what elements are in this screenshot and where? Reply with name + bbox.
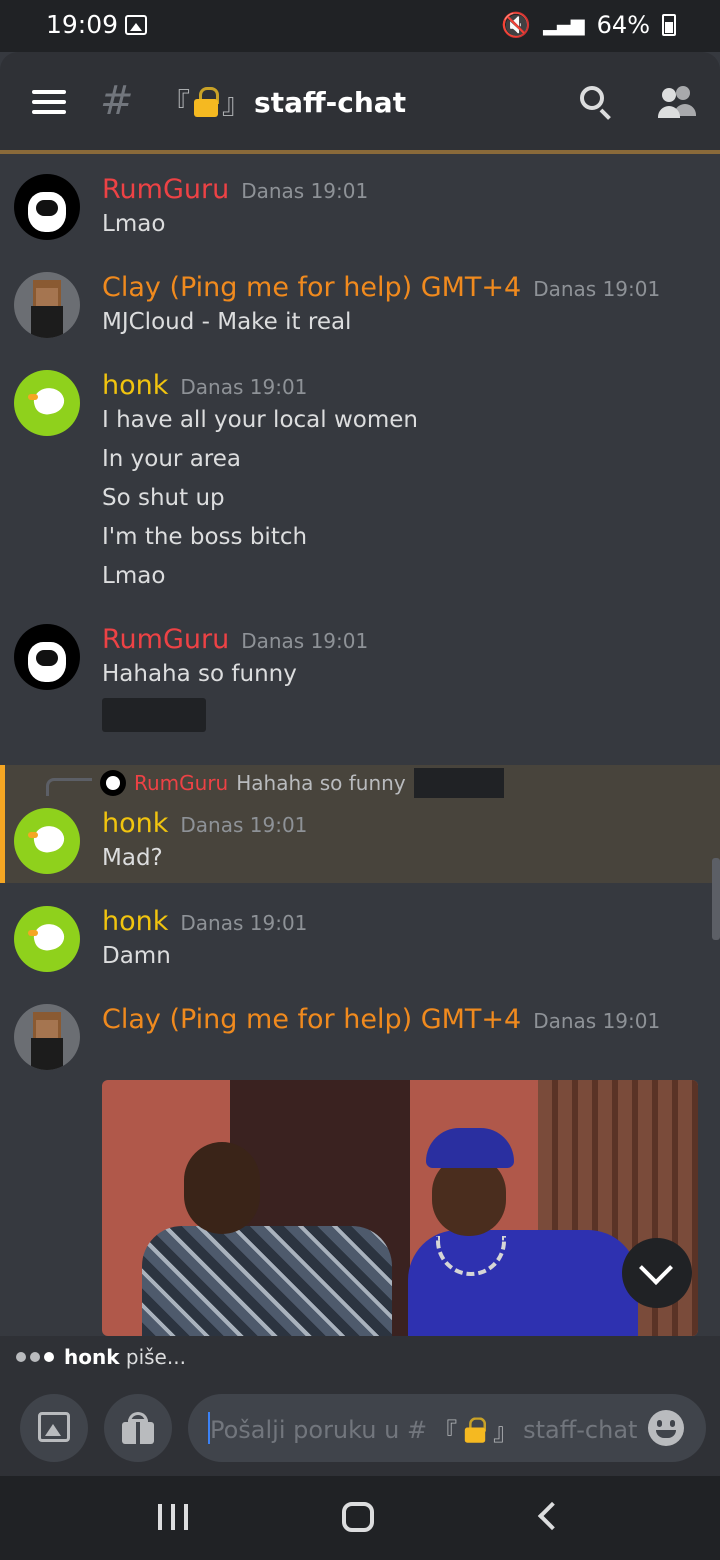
avatar[interactable]: [14, 370, 80, 436]
message-line: Lmao: [102, 563, 166, 589]
spoiler-block[interactable]: [102, 698, 206, 732]
gift-icon: [122, 1412, 154, 1446]
message-author[interactable]: honk: [102, 808, 168, 839]
message[interactable]: Clay (Ping me for help) GMT+4 Danas 19:0…: [0, 272, 720, 342]
bracket-open: 『: [162, 87, 191, 120]
message-list[interactable]: RumGuru Danas 19:01 Lmao Clay (Ping me f…: [0, 154, 720, 1336]
status-time: 19:09: [46, 10, 119, 39]
menu-icon[interactable]: [32, 90, 66, 114]
message-timestamp: Danas 19:01: [180, 375, 308, 399]
message-line: I'm the boss bitch: [102, 524, 308, 550]
message-line: Damn: [102, 943, 171, 969]
message-line: Hahaha so funny: [102, 661, 297, 687]
reply-connector: [46, 778, 92, 796]
placeholder-prefix: Pošalji poruku u #: [210, 1415, 428, 1444]
reply-avatar: [100, 770, 126, 796]
home-button[interactable]: [342, 1502, 374, 1532]
message[interactable]: honk Danas 19:01 Mad?: [0, 808, 720, 878]
message[interactable]: Clay (Ping me for help) GMT+4 Danas 19:0…: [0, 1004, 720, 1070]
message-author[interactable]: RumGuru: [102, 174, 229, 205]
gift-button[interactable]: [104, 1394, 172, 1462]
gif-attachment[interactable]: [102, 1080, 698, 1336]
scrollbar[interactable]: [712, 858, 720, 940]
message[interactable]: RumGuru Danas 19:01 Hahaha so funny: [0, 624, 720, 732]
jump-to-bottom-button[interactable]: [622, 1238, 692, 1308]
battery-label: 64%: [596, 11, 650, 39]
reply-spoiler: [413, 768, 504, 798]
message-line: Mad?: [102, 845, 163, 871]
message[interactable]: honk Danas 19:01 Damn: [0, 906, 720, 976]
mute-icon: 🔇: [501, 11, 532, 39]
channel-name: staff-chat: [254, 85, 407, 119]
typing-user: honk: [64, 1345, 120, 1369]
image-icon: [38, 1412, 70, 1442]
message-line: So shut up: [102, 485, 225, 511]
avatar[interactable]: [14, 1004, 80, 1070]
typing-text: piše...: [119, 1345, 186, 1369]
status-right: 🔇 ▂▄▆ 64%: [501, 11, 676, 39]
hash-icon: #: [100, 78, 134, 124]
message-timestamp: Danas 19:01: [241, 629, 369, 653]
channel-header: # 『 』 staff-chat: [0, 52, 720, 150]
search-icon[interactable]: [580, 86, 612, 120]
message-line: In your area: [102, 446, 241, 472]
message[interactable]: honk Danas 19:01 I have all your local w…: [0, 370, 720, 596]
channel-title[interactable]: 『 』 staff-chat: [162, 82, 406, 122]
reply-reference[interactable]: RumGuru Hahaha so funny: [100, 768, 504, 798]
message-timestamp: Danas 19:01: [180, 813, 308, 837]
bracket-close: 』: [222, 87, 251, 120]
message-timestamp: Danas 19:01: [180, 911, 308, 935]
gallery-notification-icon: [125, 15, 147, 35]
lock-icon: [194, 87, 220, 117]
battery-icon: [662, 14, 676, 36]
chevron-down-icon: [639, 1251, 673, 1285]
message-author[interactable]: honk: [102, 370, 168, 401]
message-timestamp: Danas 19:01: [241, 179, 369, 203]
message-timestamp: Danas 19:01: [533, 277, 661, 301]
avatar[interactable]: [14, 624, 80, 690]
message-author[interactable]: Clay (Ping me for help) GMT+4: [102, 1004, 521, 1035]
lock-icon: [464, 1416, 487, 1443]
message[interactable]: RumGuru Danas 19:01 Lmao: [0, 174, 720, 244]
message-line: Lmao: [102, 211, 166, 237]
typing-indicator: honk piše...: [0, 1336, 720, 1378]
reply-text: Hahaha so funny: [236, 771, 406, 795]
message-line: I have all your local women: [102, 407, 418, 433]
message-placeholder: Pošalji poruku u # 『 』 staff-chat: [210, 1412, 637, 1447]
avatar[interactable]: [14, 272, 80, 338]
reply-author: RumGuru: [134, 771, 229, 795]
bracket-open: 『: [433, 1418, 458, 1446]
message-input[interactable]: Pošalji poruku u # 『 』 staff-chat: [188, 1394, 706, 1462]
typing-dots-icon: [16, 1352, 54, 1362]
message-author[interactable]: RumGuru: [102, 624, 229, 655]
back-button[interactable]: [537, 1501, 567, 1531]
bracket-close: 』: [493, 1418, 518, 1446]
message-author[interactable]: honk: [102, 906, 168, 937]
members-icon[interactable]: [658, 86, 696, 118]
placeholder-channel: staff-chat: [523, 1415, 638, 1444]
message-composer: Pošalji poruku u # 『 』 staff-chat: [0, 1378, 720, 1476]
avatar[interactable]: [14, 808, 80, 874]
status-bar: 19:09 🔇 ▂▄▆ 64%: [0, 0, 720, 52]
message-line: MJCloud - Make it real: [102, 309, 352, 335]
message-timestamp: Danas 19:01: [533, 1009, 661, 1033]
system-nav-bar: [0, 1476, 720, 1560]
attach-image-button[interactable]: [20, 1394, 88, 1462]
avatar[interactable]: [14, 174, 80, 240]
wifi-signal-icon: ▂▄▆: [543, 14, 585, 36]
recent-apps-button[interactable]: [158, 1504, 188, 1530]
avatar[interactable]: [14, 906, 80, 972]
message-author[interactable]: Clay (Ping me for help) GMT+4: [102, 272, 521, 303]
emoji-icon[interactable]: [648, 1410, 684, 1446]
